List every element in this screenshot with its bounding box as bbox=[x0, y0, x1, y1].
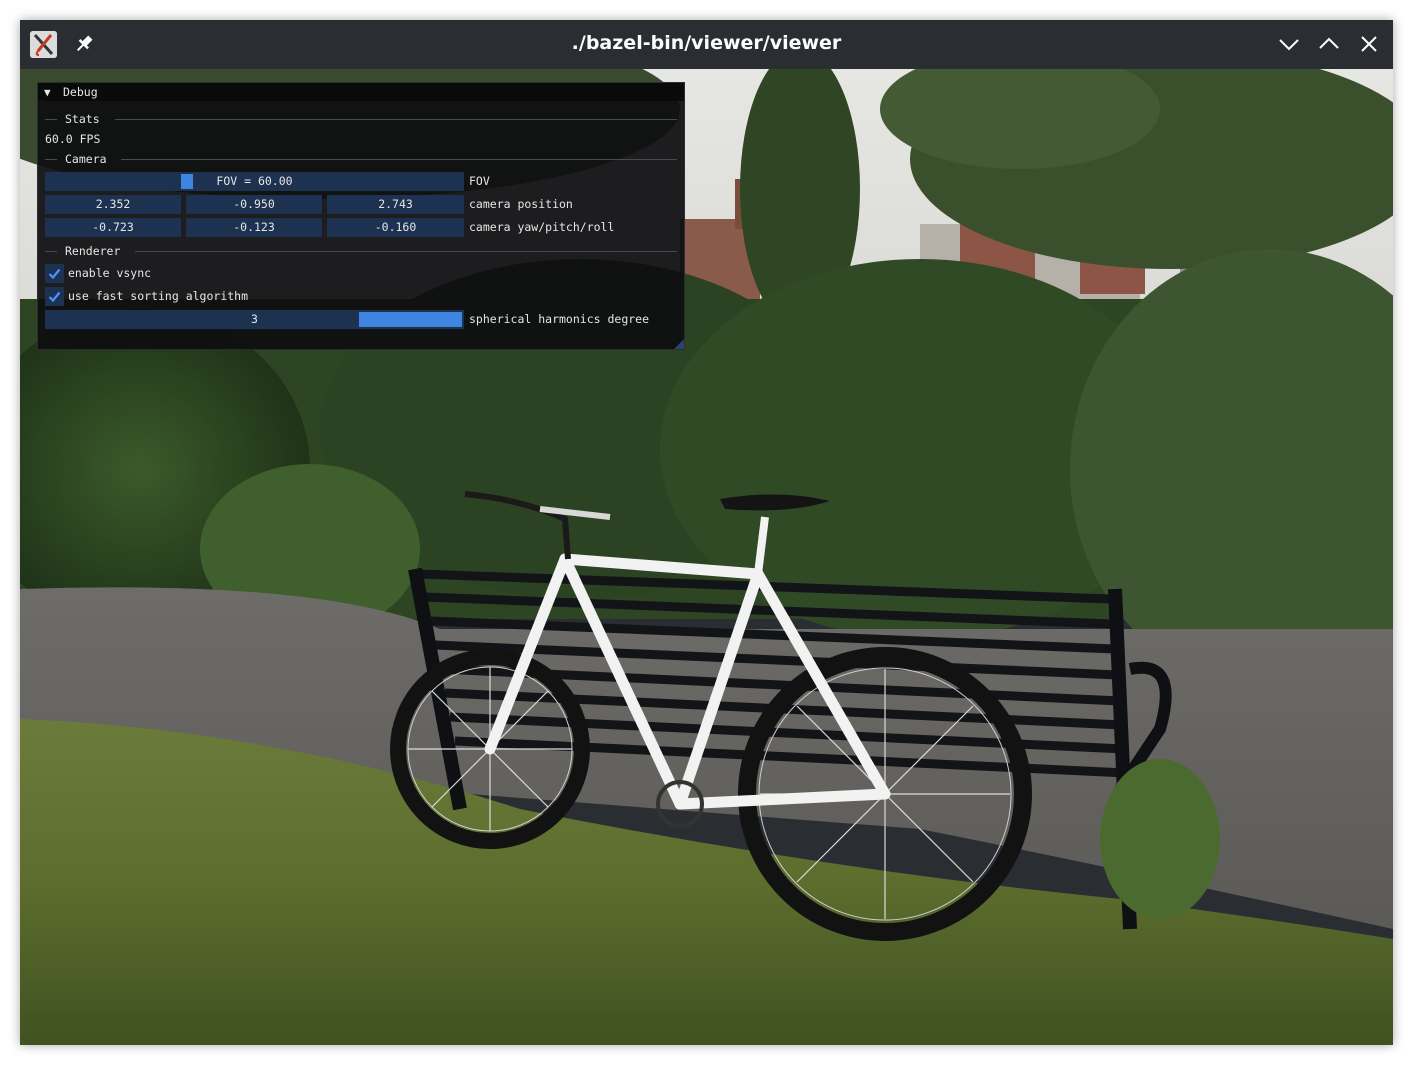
fps-readout: 60.0 FPS bbox=[45, 132, 101, 146]
camera-yaw-input[interactable]: -0.723 bbox=[45, 218, 181, 237]
camera-ypr-label: camera yaw/pitch/roll bbox=[469, 220, 615, 234]
vsync-checkbox[interactable] bbox=[45, 264, 64, 283]
sh-degree-label: spherical harmonics degree bbox=[469, 312, 650, 326]
app-window: ./bazel-bin/viewer/viewer ▼ Debug Stats … bbox=[20, 20, 1393, 1045]
render-viewport[interactable]: ▼ Debug Stats 60.0 FPS Camera FOV = 60.0… bbox=[20, 69, 1393, 1045]
stats-separator: Stats bbox=[45, 112, 677, 126]
camera-position-y-input[interactable]: -0.950 bbox=[186, 195, 322, 214]
title-bar[interactable]: ./bazel-bin/viewer/viewer bbox=[20, 20, 1393, 69]
camera-roll-input[interactable]: -0.160 bbox=[327, 218, 464, 237]
vsync-label: enable vsync bbox=[68, 266, 152, 280]
fov-slider-grab[interactable] bbox=[181, 174, 194, 189]
renderer-header: Renderer bbox=[65, 244, 121, 258]
fast-sort-label: use fast sorting algorithm bbox=[68, 289, 249, 303]
camera-header: Camera bbox=[65, 152, 107, 166]
close-icon[interactable] bbox=[1357, 32, 1381, 56]
camera-position-x-input[interactable]: 2.352 bbox=[45, 195, 181, 214]
checkmark-icon bbox=[48, 268, 61, 280]
camera-separator: Camera bbox=[45, 152, 677, 166]
fov-slider[interactable]: FOV = 60.00 bbox=[45, 172, 464, 191]
stats-header: Stats bbox=[65, 112, 100, 126]
camera-position-label: camera position bbox=[469, 197, 573, 211]
camera-pitch-input[interactable]: -0.123 bbox=[186, 218, 322, 237]
sh-degree-slider[interactable]: 3 bbox=[45, 310, 464, 329]
window-title: ./bazel-bin/viewer/viewer bbox=[571, 32, 842, 54]
renderer-separator: Renderer bbox=[45, 244, 677, 258]
fast-sort-checkbox[interactable] bbox=[45, 287, 64, 306]
sh-degree-value: 3 bbox=[251, 312, 258, 326]
resize-grip[interactable] bbox=[674, 339, 684, 349]
debug-title: Debug bbox=[63, 85, 98, 99]
fov-slider-text: FOV = 60.00 bbox=[216, 174, 293, 188]
sh-degree-slider-grab[interactable] bbox=[359, 312, 462, 327]
debug-title-bar[interactable]: ▼ Debug bbox=[38, 83, 684, 101]
camera-position-z-input[interactable]: 2.743 bbox=[327, 195, 464, 214]
debug-window[interactable]: ▼ Debug Stats 60.0 FPS Camera FOV = 60.0… bbox=[37, 82, 685, 350]
collapse-triangle-icon[interactable]: ▼ bbox=[44, 86, 51, 99]
chevron-down-icon[interactable] bbox=[1277, 32, 1301, 56]
chevron-up-icon[interactable] bbox=[1317, 32, 1341, 56]
fov-label: FOV bbox=[469, 174, 490, 188]
checkmark-icon bbox=[48, 291, 61, 303]
